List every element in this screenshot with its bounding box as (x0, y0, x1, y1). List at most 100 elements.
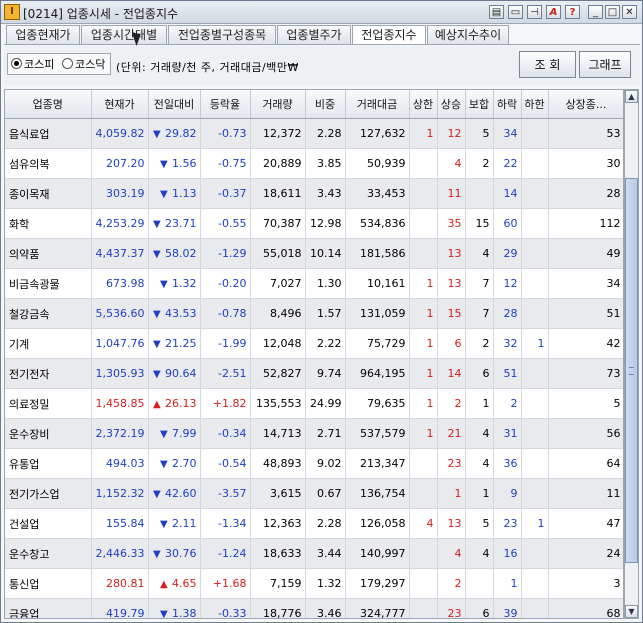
col-header[interactable]: 하한 (521, 90, 549, 119)
cell-upper-limit (409, 538, 438, 569)
cell-rate: -0.78 (200, 298, 251, 329)
cell-rise: 14 (437, 358, 466, 389)
cell-volume: 3,615 (250, 478, 306, 509)
cell-share: 2.28 (305, 508, 346, 539)
cell-price: 1,458.85 (91, 388, 149, 419)
col-header[interactable]: 하락 (493, 90, 522, 119)
cell-rate: -0.34 (200, 418, 251, 449)
cell-change: ▼ 2.70 (148, 448, 201, 479)
col-header[interactable]: 보합 (465, 90, 494, 119)
cell-rate: -3.57 (200, 478, 251, 509)
cell-volume: 135,553 (250, 388, 306, 419)
change-value: 2.70 (172, 457, 197, 470)
col-header[interactable]: 업종명 (5, 90, 92, 119)
cell-rise: 1 (437, 478, 466, 509)
cell-sector-name: 종이목재 (5, 178, 92, 209)
cell-listed: 56 (548, 418, 623, 449)
table-row[interactable]: 유통업 494.03 ▼ 2.70 -0.54 48,893 9.02 213,347 23 4 3… (5, 448, 623, 479)
col-header[interactable]: 비중 (305, 90, 346, 119)
market-radio-group: 코스피 코스닥 (7, 53, 111, 75)
down-triangle-icon: ▼ (160, 189, 168, 200)
app-icon[interactable]: I (4, 4, 20, 20)
col-header[interactable]: 상한 (409, 90, 438, 119)
chart-button[interactable]: 그래프 (579, 51, 631, 78)
cell-amount: 213,347 (345, 448, 410, 479)
table-row[interactable]: 비금속광물 673.98 ▼ 1.32 -0.20 7,027 1.30 10,161 1 13 7… (5, 268, 623, 299)
cell-amount: 131,059 (345, 298, 410, 329)
cell-flat: 1 (465, 388, 494, 419)
table-row[interactable]: 금융업 419.79 ▼ 1.38 -0.33 18,776 3.46 324,777 23 6 3… (5, 598, 623, 618)
tab-sector-by-time[interactable]: 업종시간대별 (81, 25, 167, 44)
cell-amount: 140,997 (345, 538, 410, 569)
cell-lower-limit (521, 568, 549, 599)
col-header[interactable]: 전일대비 (148, 90, 201, 119)
sector-index-grid[interactable]: 업종명 현재가 전일대비 등락율 거래량 비중 거래대금 상한 상승 보합 하락… (4, 89, 624, 619)
table-row[interactable]: 전기전자 1,305.93 ▼ 90.64 -2.51 52,827 9.74 964,195… (5, 358, 623, 389)
table-row[interactable]: 화학 4,253.29 ▼ 23.71 -0.55 70,387 12.98 534,836 3… (5, 208, 623, 239)
scroll-down-icon[interactable]: ▼ (625, 605, 638, 618)
change-value: 7.99 (172, 427, 197, 440)
cell-rate: -0.20 (200, 268, 251, 299)
help-icon[interactable]: ? (565, 5, 580, 19)
table-row[interactable]: 의료정밀 1,458.85 ▲ 26.13 +1.82 135,553 24.99 79,63… (5, 388, 623, 419)
cell-lower-limit: 1 (521, 328, 549, 359)
cell-fall: 1 (493, 568, 522, 599)
cell-fall: 31 (493, 418, 522, 449)
scroll-thumb[interactable] (625, 178, 638, 563)
vertical-scrollbar[interactable]: ▲ ▼ (624, 89, 639, 619)
table-row[interactable]: 운수장비 2,372.19 ▼ 7.99 -0.34 14,713 2.71 537,579 1… (5, 418, 623, 449)
pin-icon[interactable]: ⊣ (527, 5, 542, 19)
col-header[interactable]: 현재가 (91, 90, 149, 119)
cell-change: ▲ 26.13 (148, 388, 201, 419)
table-row[interactable]: 음식료업 4,059.82 ▼ 29.82 -0.73 12,372 2.28 127,632… (5, 118, 623, 149)
radio-kosdaq[interactable]: 코스닥 (62, 58, 105, 72)
cell-volume: 12,363 (250, 508, 306, 539)
col-header[interactable]: 거래대금 (345, 90, 410, 119)
font-icon[interactable]: A (546, 5, 561, 19)
down-triangle-icon: ▼ (153, 129, 161, 140)
cell-share: 3.85 (305, 148, 346, 179)
table-header-row: 업종명 현재가 전일대비 등락율 거래량 비중 거래대금 상한 상승 보합 하락… (5, 90, 623, 119)
layout-icon[interactable]: ▤ (489, 5, 504, 19)
cell-rise: 23 (437, 598, 466, 618)
window-icon[interactable]: ▭ (508, 5, 523, 19)
cell-upper-limit (409, 598, 438, 618)
col-header[interactable]: 거래량 (250, 90, 306, 119)
query-button[interactable]: 조 회 (519, 51, 576, 78)
table-row[interactable]: 철강금속 5,536.60 ▼ 43.53 -0.78 8,496 1.57 131,059 1… (5, 298, 623, 329)
table-row[interactable]: 의약품 4,437.37 ▼ 58.02 -1.29 55,018 10.14 181,586… (5, 238, 623, 269)
cell-change: ▼ 1.13 (148, 178, 201, 209)
down-triangle-icon: ▼ (160, 519, 168, 530)
col-header[interactable]: 등락율 (200, 90, 251, 119)
tab-expected-index[interactable]: 예상지수추이 (427, 25, 509, 44)
close-icon[interactable]: ✕ (622, 5, 637, 19)
table-row[interactable]: 전기가스업 1,152.32 ▼ 42.60 -3.57 3,615 0.67 136,754… (5, 478, 623, 509)
minimize-icon[interactable]: _ (588, 5, 603, 19)
scroll-up-icon[interactable]: ▲ (625, 90, 638, 103)
tab-sector-price[interactable]: 업종현재가 (6, 25, 80, 44)
cell-upper-limit: 1 (409, 118, 438, 149)
title-bar: I [0214] 업종시세 - 전업종지수 ▤ ▭ ⊣ A ? _ □ ✕ (1, 1, 642, 24)
cell-flat: 5 (465, 118, 494, 149)
table-row[interactable]: 종이목재 303.19 ▼ 1.13 -0.37 18,611 3.43 33,453 11 14… (5, 178, 623, 209)
maximize-icon[interactable]: □ (605, 5, 620, 19)
cell-fall: 28 (493, 298, 522, 329)
table-row[interactable]: 통신업 280.81 ▲ 4.65 +1.68 7,159 1.32 179,297 2 1 3 (5, 568, 623, 599)
table-row[interactable]: 섬유의복 207.20 ▼ 1.56 -0.75 20,889 3.85 50,939 4 2 22… (5, 148, 623, 179)
cell-amount: 50,939 (345, 148, 410, 179)
cell-share: 12.98 (305, 208, 346, 239)
tab-sector-stock-price[interactable]: 업종별주가 (277, 25, 351, 44)
table-row[interactable]: 건설업 155.84 ▼ 2.11 -1.34 12,363 2.28 126,058 4 13 5… (5, 508, 623, 539)
cell-upper-limit: 1 (409, 418, 438, 449)
tab-sector-components[interactable]: 전업종별구성종목 (168, 25, 276, 44)
down-triangle-icon: ▼ (160, 159, 168, 170)
col-header[interactable]: 상장종... (548, 90, 623, 119)
cell-upper-limit: 1 (409, 388, 438, 419)
tab-all-sector-index[interactable]: 전업종지수 (352, 25, 426, 45)
table-row[interactable]: 기계 1,047.76 ▼ 21.25 -1.99 12,048 2.22 75,729 1 6 2… (5, 328, 623, 359)
cell-amount: 75,729 (345, 328, 410, 359)
change-value: 58.02 (165, 247, 197, 260)
col-header[interactable]: 상승 (437, 90, 466, 119)
table-row[interactable]: 운수창고 2,446.33 ▼ 30.76 -1.24 18,633 3.44 140,997… (5, 538, 623, 569)
radio-kospi[interactable]: 코스피 (11, 58, 54, 72)
